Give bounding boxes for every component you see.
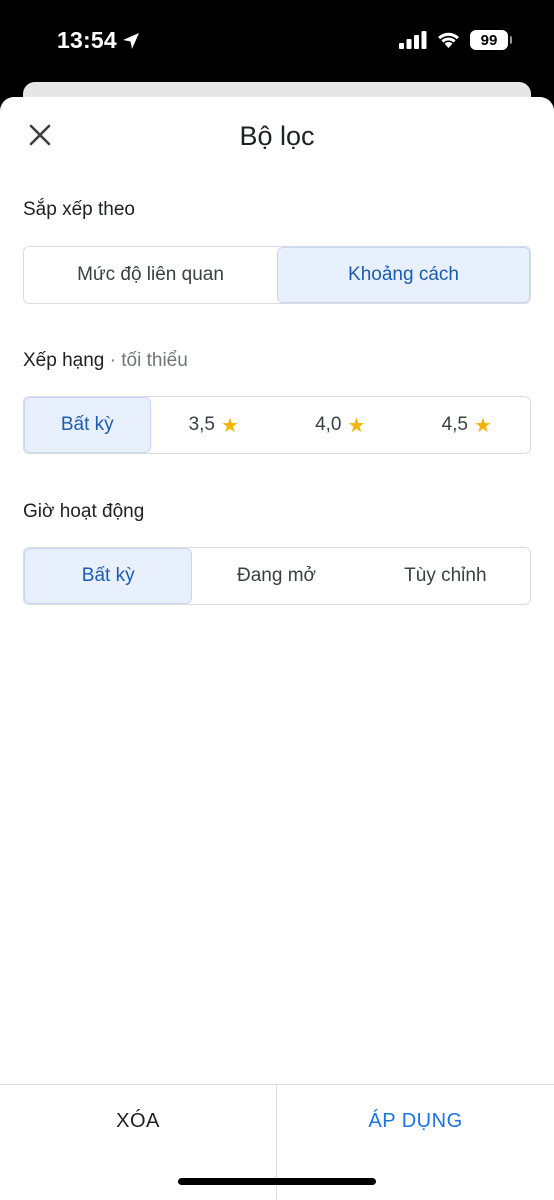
sort-option-distance[interactable]: Khoảng cách [277,247,530,303]
status-time: 13:54 [57,27,141,54]
rating-option-any[interactable]: Bất kỳ [24,397,151,453]
hours-label: Giờ hoạt động [23,501,145,522]
sort-option-relevance[interactable]: Mức độ liên quan [24,247,277,303]
status-time-text: 13:54 [57,27,117,53]
rating-label: Xếp hạng · tối thiểu [23,350,188,372]
home-indicator[interactable] [178,1178,376,1185]
hours-option-open-now[interactable]: Đang mở [192,548,360,604]
hours-option-custom[interactable]: Tùy chỉnh [361,548,530,604]
rating-value: 3,5 [188,414,215,435]
status-icons: 99 [399,30,512,50]
battery-level: 99 [480,31,498,49]
status-bar: 13:54 99 [0,0,554,84]
hours-segmented-control: Bất kỳ Đang mở Tùy chỉnh [23,547,531,605]
filter-sheet: Bộ lọc Sắp xếp theo Mức độ liên quan Kho… [0,97,554,1200]
battery-icon: 99 [470,30,512,50]
sort-segmented-control: Mức độ liên quan Khoảng cách [23,246,531,304]
star-icon: ★ [220,414,239,437]
wifi-icon [438,32,459,48]
rating-value: 4,0 [315,414,342,435]
rating-option-3-5[interactable]: 3,5 ★ [151,397,278,453]
cellular-signal-icon [399,31,427,49]
hours-option-any[interactable]: Bất kỳ [24,548,193,604]
star-icon: ★ [347,414,366,437]
rating-value: 4,5 [441,414,468,435]
rating-option-4-5[interactable]: 4,5 ★ [404,397,531,453]
rating-option-4-0[interactable]: 4,0 ★ [277,397,404,453]
location-arrow-icon [122,32,139,49]
page-title: Bộ lọc [239,121,315,151]
sheet-header: Bộ lọc [0,97,554,177]
rating-label-text: Xếp hạng [23,350,105,371]
rating-sublabel: · tối thiểu [109,350,188,371]
rating-segmented-control: Bất kỳ 3,5 ★ 4,0 ★ 4,5 ★ [23,396,531,454]
star-icon: ★ [473,414,492,437]
sort-label: Sắp xếp theo [23,199,135,220]
